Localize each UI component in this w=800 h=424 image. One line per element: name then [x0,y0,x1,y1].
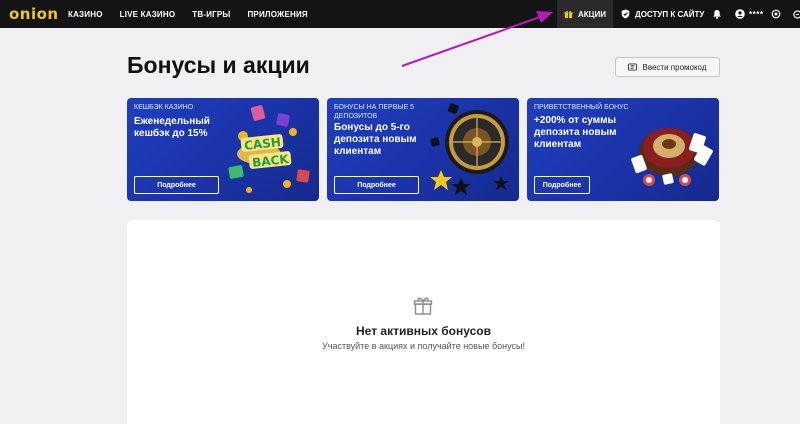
empty-state-subtitle: Участвуйте в акциях и получайте новые бо… [322,341,525,351]
ticket-icon [628,63,638,71]
page-title: Бонусы и акции [127,52,310,78]
user-avatar-icon[interactable] [735,9,745,19]
promo-card-cashback[interactable]: КЕШБЭК КАЗИНО Еженедельный кешбэк до 15%… [127,98,319,201]
card-details-button[interactable]: Подробнее [334,176,419,194]
empty-state-title: Нет активных бонусов [356,324,491,338]
site-access-link[interactable]: ДОСТУП К САЙТУ [621,0,704,28]
roulette-art [430,103,509,195]
casino-chips-art [631,128,713,186]
nav-item-live-casino[interactable]: LIVE КАЗИНО [120,10,176,19]
nav-item-promotions[interactable]: АКЦИИ [557,0,613,28]
cashback-art-line2: BACK [251,152,289,170]
main-nav: КАЗИНО LIVE КАЗИНО ТВ-ИГРЫ ПРИЛОЖЕНИЯ [68,0,325,28]
nav-item-casino[interactable]: КАЗИНО [68,10,103,19]
promo-card-deposit-bonus[interactable]: БОНУСЫ НА ПЕРВЫЕ 5 ДЕПОЗИТОВ Бонусы до 5… [327,98,519,201]
logo-text: onion [9,5,59,23]
username-masked: **** [749,9,764,19]
promo-card-welcome-bonus[interactable]: ПРИВЕТСТВЕННЫЙ БОНУС +200% от суммы депо… [527,98,719,201]
promo-button-label: Ввести промокод [642,62,707,72]
card-details-button[interactable]: Подробнее [134,176,219,194]
settings-icon[interactable] [793,9,800,19]
onion-logo[interactable]: onion [9,5,59,23]
gift-icon [564,10,573,18]
site-access-label: ДОСТУП К САЙТУ [635,9,705,19]
nav-item-apps[interactable]: ПРИЛОЖЕНИЯ [247,10,307,19]
eye-icon[interactable] [771,9,781,19]
promotions-label: АКЦИИ [577,9,606,19]
enter-promo-code-button[interactable]: Ввести промокод [615,57,720,77]
card-details-button[interactable]: Подробнее [534,176,590,194]
cashback-art: CASH BACK [228,105,310,193]
user-controls: **** [712,0,800,28]
bell-icon[interactable] [712,9,722,19]
top-navigation-bar: onion КАЗИНО LIVE КАЗИНО ТВ-ИГРЫ ПРИЛОЖЕ… [0,0,800,28]
gift-icon [413,297,433,315]
active-bonuses-panel: Нет активных бонусов Участвуйте в акциях… [127,220,720,424]
nav-item-tv-games[interactable]: ТВ-ИГРЫ [192,10,230,19]
shield-icon [621,9,630,19]
